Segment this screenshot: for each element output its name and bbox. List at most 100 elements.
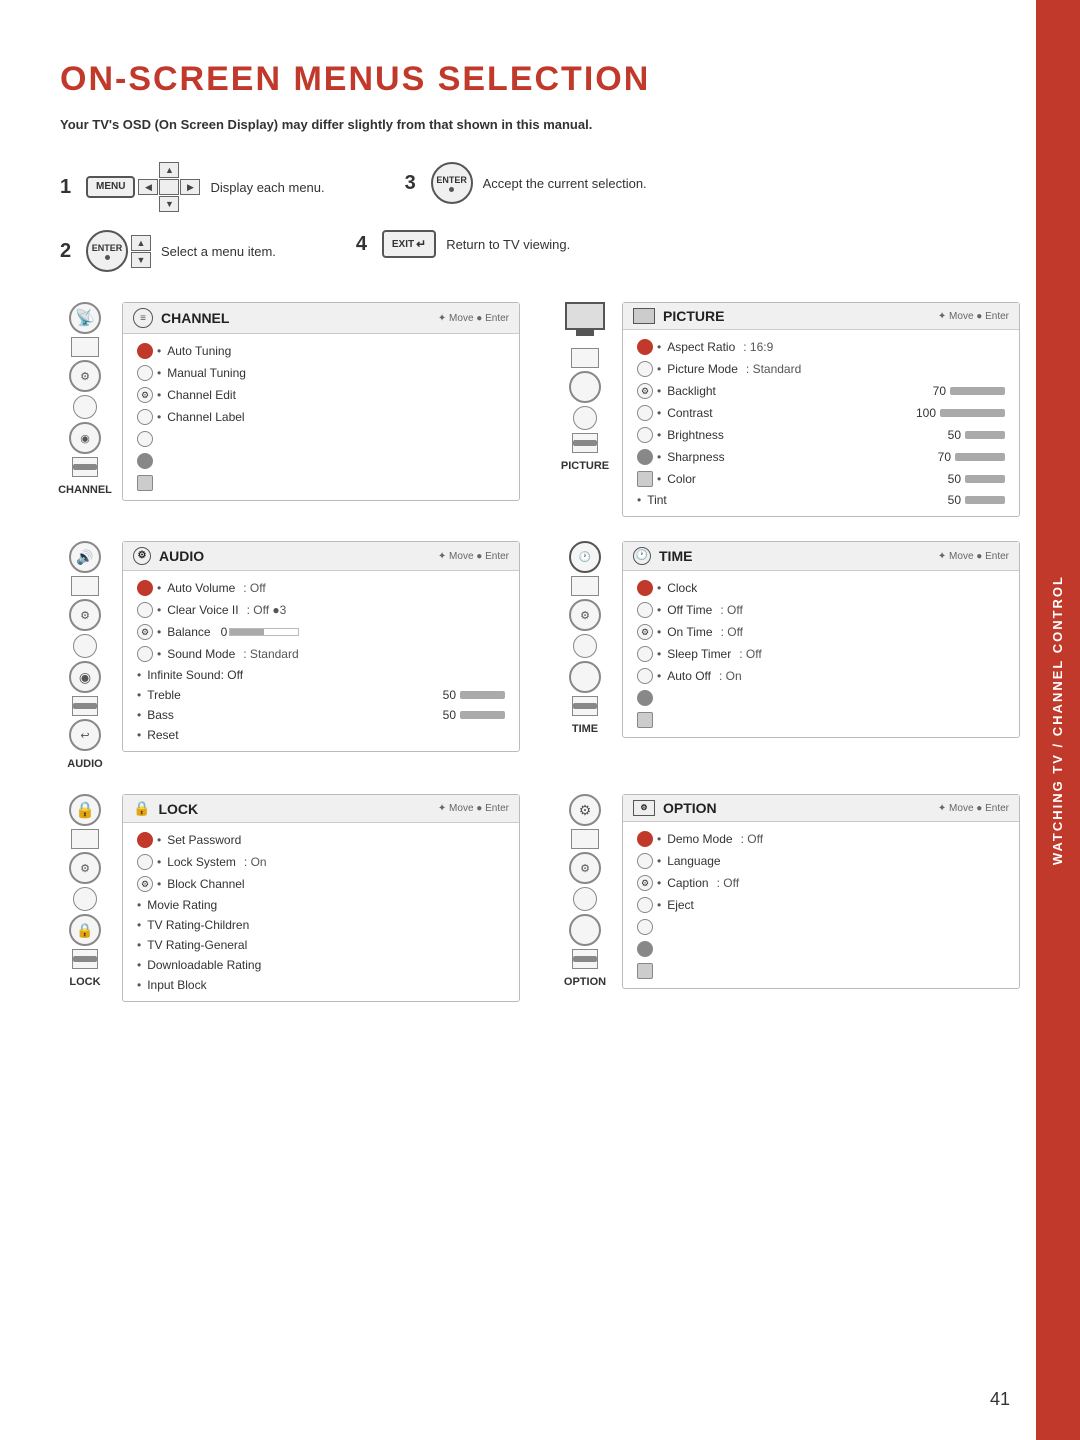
step-4: 4 EXIT↵ Return to TV viewing. [356, 230, 570, 258]
osd-row-time-5: • Auto Off : On [623, 665, 1019, 687]
enter-button-step2[interactable]: ENTER [86, 230, 128, 272]
time-row-icon-6 [637, 690, 653, 706]
exit-button[interactable]: EXIT↵ [382, 230, 436, 258]
lock-osd-header: 🔒 LOCK ✦ Move ● Enter [123, 795, 519, 823]
channel-row-icon-4 [137, 409, 153, 425]
steps-row-2: 2 ENTER ▲ ▼ Select a menu item. 4 EXIT↵ … [60, 230, 1020, 272]
picture-row-icon-5 [637, 427, 653, 443]
osd-row-option-7 [623, 960, 1019, 982]
osd-row-picture-7: • Color 50 [623, 468, 1019, 490]
audio-icon-2 [71, 576, 99, 596]
audio-icon-4 [73, 634, 97, 658]
picture-osd-title: PICTURE [633, 308, 724, 324]
lock-osd-body: • Set Password • Lock System : On ⚙ • Bl… [123, 823, 519, 1001]
bass-bar [460, 711, 505, 719]
audio-row-icon-3: ⚙ [137, 624, 153, 640]
osd-row-picture-1: • Aspect Ratio : 16:9 [623, 336, 1019, 358]
lock-icon-1: 🔒 [69, 794, 101, 826]
lock-osd-panel: 🔒 LOCK ✦ Move ● Enter • Set Password • L… [122, 794, 520, 1002]
audio-osd-panel: ⚙ AUDIO ✦ Move ● Enter • Auto Volume : O… [122, 541, 520, 752]
option-row-icon-3: ⚙ [637, 875, 653, 891]
contrast-bar [940, 409, 1005, 417]
lock-osd-title: 🔒 LOCK [133, 800, 198, 817]
backlight-bar [950, 387, 1005, 395]
osd-row-audio-8: • Reset [123, 725, 519, 745]
osd-row-option-4: • Eject [623, 894, 1019, 916]
arrow-up[interactable]: ▲ [159, 162, 179, 178]
osd-row-lock-2: • Lock System : On [123, 851, 519, 873]
time-icon-4 [573, 634, 597, 658]
time-label: TIME [572, 723, 598, 735]
option-icon-5 [569, 914, 601, 946]
picture-row-icon-4 [637, 405, 653, 421]
step-3-number: 3 [405, 172, 421, 195]
channel-osd-title: ≡ CHANNEL [133, 308, 229, 328]
arrow-left[interactable]: ◀ [138, 179, 158, 195]
audio-osd-body: • Auto Volume : Off • Clear Voice II : O… [123, 571, 519, 751]
arrow-up-2[interactable]: ▲ [131, 235, 151, 251]
time-osd-header: 🕐 TIME ✦ Move ● Enter [623, 542, 1019, 571]
channel-osd-body: • Auto Tuning • Manual Tuning ⚙ • Channe… [123, 334, 519, 500]
steps-row-1: 1 MENU ▲ ◀ ▶ ▼ Display each menu. 3 EN [60, 162, 1020, 212]
channel-row-icon-1 [137, 343, 153, 359]
arrow-down[interactable]: ▼ [159, 196, 179, 212]
picture-label: PICTURE [561, 460, 609, 472]
audio-header-icon: ⚙ [133, 547, 151, 565]
step-1-desc: Display each menu. [210, 180, 324, 195]
picture-icon-4 [573, 406, 597, 430]
channel-osd-panel: ≡ CHANNEL ✦ Move ● Enter • Auto Tuning •… [122, 302, 520, 501]
osd-row-channel-1: • Auto Tuning [123, 340, 519, 362]
osd-row-time-7 [623, 709, 1019, 731]
osd-row-picture-5: • Brightness 50 [623, 424, 1019, 446]
time-menu-section: 🕐 ⚙ TIME 🕐 TIME ✦ Move ● Enter [560, 541, 1020, 770]
menu-button[interactable]: MENU [86, 176, 135, 198]
option-osd-body: • Demo Mode : Off • Language ⚙ • Caption… [623, 822, 1019, 988]
channel-icon-1: 📡 [69, 302, 101, 334]
channel-row-icon-3: ⚙ [137, 387, 153, 403]
arrow-down-2[interactable]: ▼ [131, 252, 151, 268]
osd-row-channel-2: • Manual Tuning [123, 362, 519, 384]
time-osd-body: • Clock • Off Time : Off ⚙ • On Time : O… [623, 571, 1019, 737]
channel-icon-3: ⚙ [69, 360, 101, 392]
lock-icon-2 [71, 829, 99, 849]
channel-label: CHANNEL [58, 484, 112, 496]
lock-row-icon-2 [137, 854, 153, 870]
audio-menu-section: 🔊 ⚙ ◉ ↩ AUDIO ⚙ AUDIO ✦ Move ● Enter [60, 541, 520, 770]
channel-osd-header: ≡ CHANNEL ✦ Move ● Enter [123, 303, 519, 334]
osd-row-picture-4: • Contrast 100 [623, 402, 1019, 424]
osd-row-option-3: ⚙ • Caption : Off [623, 872, 1019, 894]
channel-icon-4 [73, 395, 97, 419]
picture-menu-icon-group: PICTURE [560, 302, 610, 472]
time-header-icon: 🕐 [633, 547, 651, 565]
step-3-desc: Accept the current selection. [483, 176, 647, 191]
picture-nav-hint: ✦ Move ● Enter [938, 311, 1009, 322]
time-icon-1: 🕐 [569, 541, 601, 573]
treble-bar [460, 691, 505, 699]
step-2: 2 ENTER ▲ ▼ Select a menu item. [60, 230, 276, 272]
option-icon-3: ⚙ [569, 852, 601, 884]
audio-osd-header: ⚙ AUDIO ✦ Move ● Enter [123, 542, 519, 571]
enter-button-step3[interactable]: ENTER [431, 162, 473, 204]
option-osd-panel: ⚙ OPTION ✦ Move ● Enter • Demo Mode : Of… [622, 794, 1020, 989]
osd-row-time-3: ⚙ • On Time : Off [623, 621, 1019, 643]
sharpness-bar [955, 453, 1005, 461]
time-row-icon-1 [637, 580, 653, 596]
lock-label: LOCK [69, 976, 100, 988]
arrow-right[interactable]: ▶ [180, 179, 200, 195]
osd-row-lock-4: • Movie Rating [123, 895, 519, 915]
audio-label: AUDIO [67, 758, 102, 770]
picture-icon-1 [565, 302, 605, 330]
page-number: 41 [990, 1389, 1010, 1410]
channel-icon-5: ◉ [69, 422, 101, 454]
balance-bar [229, 628, 299, 636]
channel-icon-2 [71, 337, 99, 357]
picture-menu-section: PICTURE PICTURE ✦ Move ● Enter • Aspect … [560, 302, 1020, 517]
step-2-number: 2 [60, 240, 76, 263]
channel-nav-hint: ✦ Move ● Enter [438, 313, 509, 324]
tint-bar [965, 496, 1005, 504]
time-icon-2 [571, 576, 599, 596]
osd-row-lock-8: • Input Block [123, 975, 519, 995]
channel-menu-icon-group: 📡 ⚙ ◉ CHANNEL [60, 302, 110, 496]
arrow-cluster-1: ▲ ◀ ▶ ▼ [138, 162, 200, 212]
time-osd-title: 🕐 TIME [633, 547, 692, 565]
